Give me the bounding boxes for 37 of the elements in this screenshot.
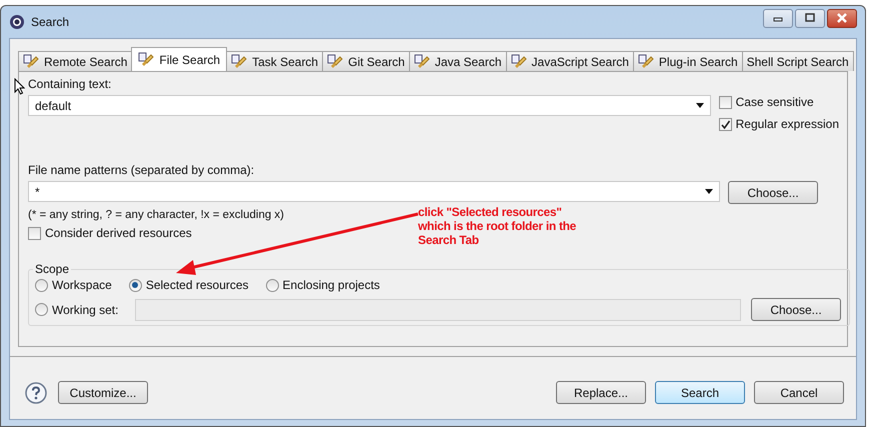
file-pattern-combo[interactable]: * — [28, 181, 720, 202]
checkbox[interactable]: Case sensitive — [718, 95, 839, 109]
maximize-button[interactable] — [795, 8, 825, 28]
tab[interactable]: Remote Search — [18, 51, 132, 71]
mouse-cursor-icon — [14, 78, 25, 95]
field-label: Containing text: — [28, 76, 112, 92]
radio-button[interactable]: Enclosing projects — [266, 278, 380, 292]
minimize-button[interactable] — [763, 8, 793, 28]
checkbox[interactable]: Regular expression — [718, 117, 839, 131]
tab[interactable]: File Search — [131, 47, 228, 71]
dialog-button[interactable]: Cancel — [754, 381, 844, 404]
tab[interactable]: Task Search — [226, 51, 324, 71]
tab[interactable]: Git Search — [322, 51, 410, 71]
field-label: File name patterns (separated by comma): — [28, 162, 254, 178]
choose-button[interactable]: Choose... — [751, 298, 841, 321]
close-button[interactable] — [827, 8, 857, 28]
tab[interactable]: JavaScript Search — [506, 51, 634, 71]
radio-button[interactable]: Selected resources — [128, 278, 249, 292]
radio-button[interactable]: Working set: — [35, 302, 127, 316]
tab[interactable]: Java Search — [408, 51, 507, 71]
hint-text: (* = any string, ? = any character, !x = excluding x) — [28, 209, 284, 221]
working-set-field[interactable] — [135, 298, 741, 320]
radio-button[interactable]: Workspace — [35, 278, 112, 292]
choose-button[interactable]: Choose... — [728, 181, 818, 204]
tab[interactable]: Shell Script Search — [742, 51, 854, 71]
annotation-text: click "Selected resources" which is the root folder in the Search Tab — [418, 205, 576, 247]
dialog-button[interactable]: Search — [655, 381, 745, 404]
checkmark-icon — [720, 118, 731, 130]
help-icon[interactable] — [25, 382, 47, 404]
group-title: Scope — [34, 262, 70, 276]
maximize-icon — [804, 13, 816, 23]
dialog-button[interactable]: Customize... — [58, 381, 148, 404]
dialog-button[interactable]: Replace... — [556, 381, 646, 404]
close-icon — [835, 13, 849, 23]
tab[interactable]: Plug-in Search — [632, 51, 743, 71]
containing-text-combo[interactable]: default — [28, 95, 711, 116]
window-title: Search — [31, 15, 70, 29]
